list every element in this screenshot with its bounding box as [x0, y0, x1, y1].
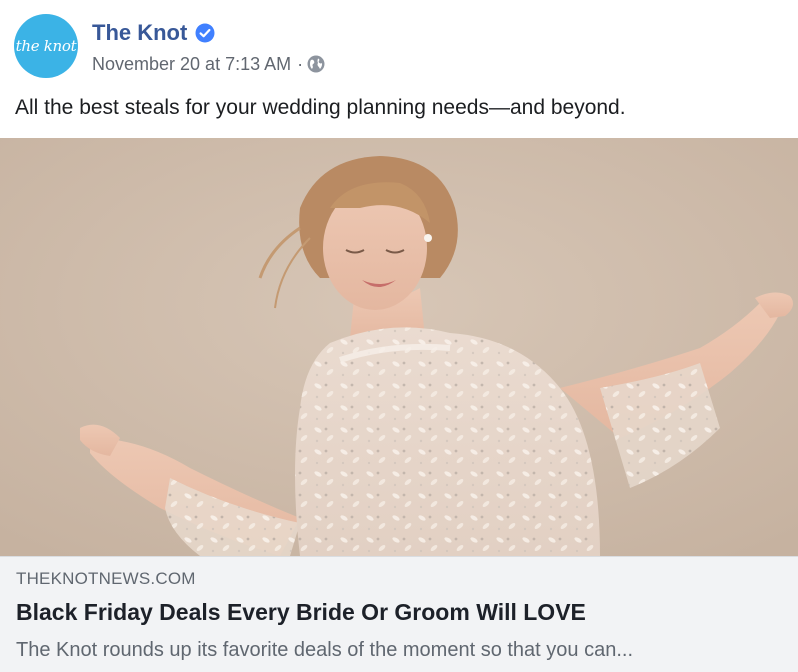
avatar-logo-text: the knot — [15, 37, 77, 55]
post-message: All the best steals for your wedding pla… — [15, 96, 626, 119]
link-description: The Knot rounds up its favorite deals of… — [16, 639, 634, 661]
link-headline[interactable]: Black Friday Deals Every Bride Or Groom … — [16, 597, 586, 627]
post-meta: The Knot November 20 at 7:13 AM · — [92, 18, 325, 76]
page-name-link[interactable]: The Knot — [92, 18, 187, 48]
link-preview-image[interactable] — [0, 138, 798, 556]
separator-dot: · — [297, 54, 304, 74]
link-domain: THEKNOTNEWS.COM — [16, 569, 196, 588]
facebook-post: the knot The Knot November 20 at 7:13 AM… — [0, 0, 798, 672]
post-timestamp[interactable]: November 20 at 7:13 AM — [92, 52, 291, 76]
post-time-row: November 20 at 7:13 AM · — [92, 52, 325, 76]
page-avatar[interactable]: the knot — [14, 14, 78, 78]
link-preview-footer[interactable]: THEKNOTNEWS.COM Black Friday Deals Every… — [0, 556, 798, 672]
verified-badge-icon — [195, 23, 215, 43]
globe-icon[interactable] — [307, 55, 325, 73]
post-header: the knot The Knot November 20 at 7:13 AM… — [14, 14, 325, 84]
page-name-row: The Knot — [92, 18, 325, 48]
